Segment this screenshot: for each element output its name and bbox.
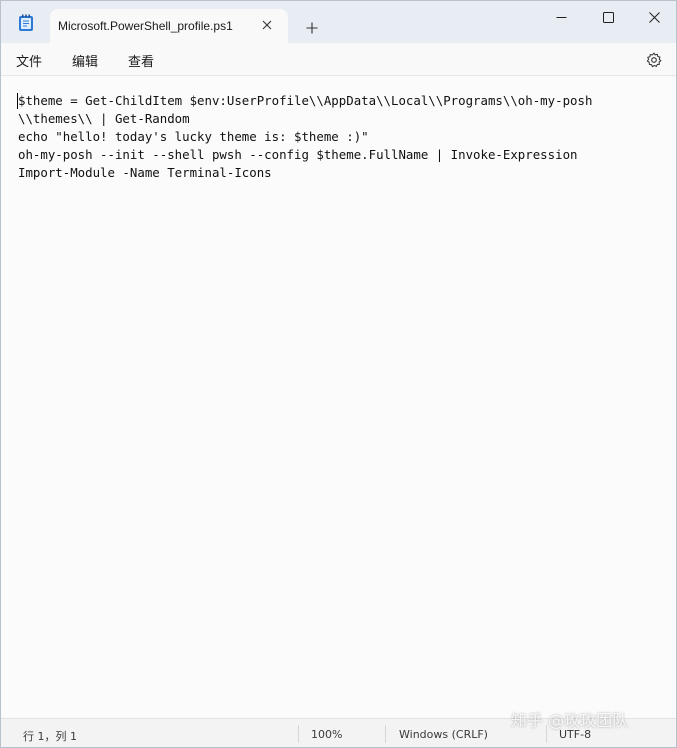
- maximize-button[interactable]: [585, 1, 631, 33]
- close-button[interactable]: [631, 1, 676, 33]
- plus-icon: [306, 22, 318, 34]
- editor-line: oh-my-posh --init --shell pwsh --config …: [18, 147, 578, 162]
- cursor-position: 行 1，列 1: [23, 730, 77, 743]
- tab-title: Microsoft.PowerShell_profile.ps1: [58, 19, 233, 33]
- watermark: 知乎 @玫玫团队: [511, 711, 629, 730]
- minimize-icon: [556, 16, 566, 18]
- minimize-button[interactable]: [538, 1, 584, 33]
- editor-line: Import-Module -Name Terminal-Icons: [18, 165, 272, 180]
- notepad-window: Microsoft.PowerShell_profile.ps1 文件 编辑 查…: [0, 0, 677, 748]
- maximize-icon: [602, 11, 614, 23]
- editor-line: echo "hello! today's lucky theme is: $th…: [18, 129, 369, 144]
- line-ending[interactable]: Windows (CRLF): [399, 728, 488, 741]
- tab-close-icon[interactable]: [259, 17, 275, 33]
- menu-bar: 文件 编辑 查看: [1, 43, 676, 76]
- gear-icon: [646, 52, 662, 68]
- zoom-level[interactable]: 100%: [311, 728, 342, 741]
- notepad-app-icon: [19, 14, 33, 31]
- status-divider: [298, 725, 299, 743]
- new-tab-button[interactable]: [301, 17, 323, 39]
- editor-line: \\themes\\ | Get-Random: [18, 111, 190, 126]
- menu-file[interactable]: 文件: [16, 51, 42, 70]
- close-icon: [648, 11, 660, 23]
- menu-view[interactable]: 查看: [128, 51, 154, 70]
- title-bar[interactable]: Microsoft.PowerShell_profile.ps1: [1, 1, 676, 43]
- menu-edit[interactable]: 编辑: [72, 51, 98, 70]
- settings-button[interactable]: [644, 51, 664, 69]
- editor-line: $theme = Get-ChildItem $env:UserProfile\…: [18, 93, 593, 108]
- tab-profile[interactable]: Microsoft.PowerShell_profile.ps1: [50, 9, 288, 43]
- status-divider: [385, 725, 386, 743]
- text-editor[interactable]: $theme = Get-ChildItem $env:UserProfile\…: [1, 77, 676, 718]
